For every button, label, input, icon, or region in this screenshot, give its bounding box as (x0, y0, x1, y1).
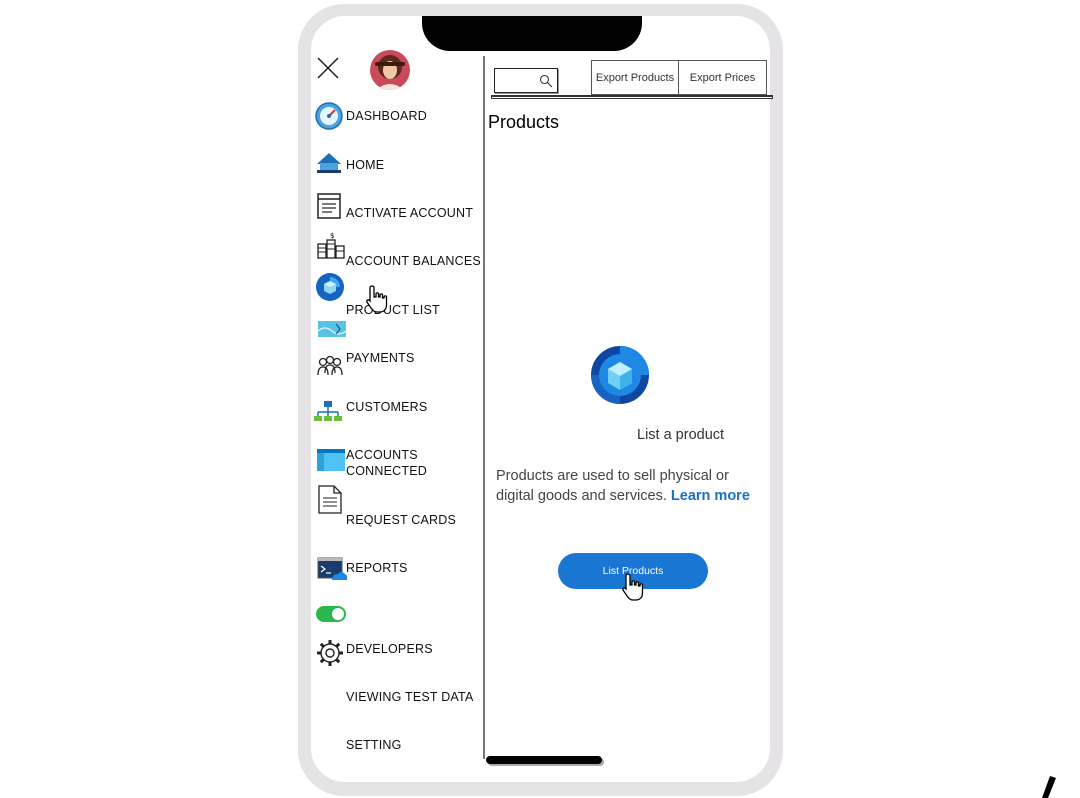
sidebar-item-setting[interactable]: SETTING (346, 737, 402, 753)
sidebar-item-request-cards[interactable]: REQUEST CARDS (346, 512, 456, 528)
search-input[interactable] (494, 68, 558, 93)
people-icon (317, 355, 343, 376)
empty-state-heading: List a product (637, 427, 725, 443)
terminal-cloud-icon (317, 557, 347, 580)
toolbar-underline (491, 95, 773, 99)
sidebar-item-developers[interactable]: DEVELOPERS (346, 641, 433, 657)
export-prices-button[interactable]: Export Prices (678, 60, 767, 95)
wave-banner-icon (318, 321, 346, 337)
sidebar-item-account-balances[interactable]: ACCOUNT BALANCES (346, 253, 481, 269)
empty-state-description: Products are used to sell physical or di… (496, 468, 750, 504)
sidebar-item-dashboard[interactable]: DASHBOARD (346, 108, 427, 124)
test-data-toggle[interactable] (316, 606, 346, 622)
sidebar-item-reports[interactable]: REPORTS (346, 560, 408, 576)
home-icon (317, 153, 341, 173)
window-icon (317, 449, 345, 471)
home-indicator (486, 756, 602, 764)
sidebar-item-payments[interactable]: PAYMENTS (346, 350, 415, 366)
avatar[interactable] (370, 50, 410, 90)
export-products-button[interactable]: Export Products (591, 60, 679, 95)
phone-notch (422, 16, 642, 51)
close-icon[interactable] (316, 56, 340, 80)
sidebar-item-home[interactable]: HOME (346, 157, 384, 173)
hand-pointer-icon (366, 285, 388, 313)
product-cube-icon (591, 346, 649, 404)
sidebar-item-product-list[interactable]: PRODUCT LIST (346, 302, 440, 318)
learn-more-link[interactable]: Learn more (671, 488, 750, 504)
dashboard-icon (315, 102, 343, 130)
sidebar-item-customers[interactable]: CUSTOMERS (346, 399, 427, 415)
pen-stroke-mark (1042, 776, 1056, 798)
cube-icon (316, 273, 344, 301)
sidebar-item-activate-account[interactable]: ACTIVATE ACCOUNT (346, 205, 473, 221)
svg-text:$: $ (330, 232, 334, 240)
search-icon (539, 74, 553, 88)
coins-icon: $ (317, 232, 345, 259)
gear-icon (317, 640, 343, 666)
network-icon (314, 401, 342, 421)
page-icon (318, 485, 342, 514)
sidebar-item-accounts-connected[interactable]: ACCOUNTS CONNECTED (346, 447, 427, 479)
page-title: Products (488, 112, 560, 132)
sidebar-item-viewing-test-data[interactable]: VIEWING TEST DATA (346, 689, 474, 705)
hand-pointer-icon (622, 573, 644, 601)
document-list-icon (317, 193, 341, 219)
sidebar-divider (483, 56, 485, 759)
toggle-knob (332, 608, 344, 620)
